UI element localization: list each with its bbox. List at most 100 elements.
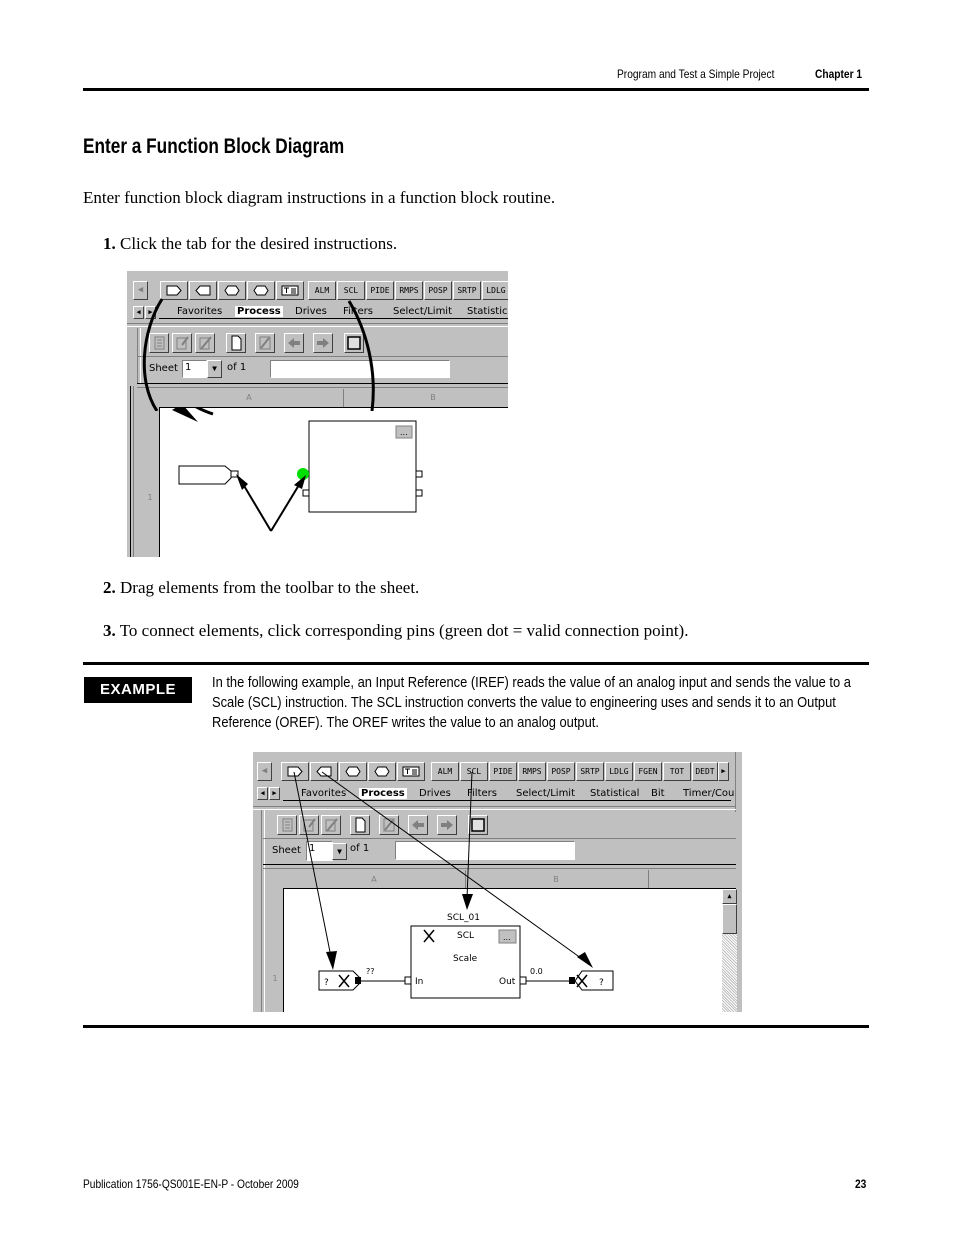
tab-baseline bbox=[159, 318, 508, 319]
scl-description: Scale bbox=[453, 954, 478, 964]
scl-properties-button-label: ... bbox=[503, 933, 511, 942]
connect-pins-arrows bbox=[239, 478, 303, 532]
fbd-sheet-drawing: ... bbox=[172, 408, 423, 532]
tab-scroll-left-button[interactable]: ◀ bbox=[133, 306, 144, 319]
instruction-button-srtp[interactable]: SRTP bbox=[453, 281, 481, 300]
pointer-arrowhead-scl bbox=[462, 894, 473, 910]
fbd-sheet-canvas[interactable]: ... bbox=[160, 408, 508, 557]
scroll-left-button[interactable]: ◀ bbox=[133, 281, 148, 300]
instruction-button-posp[interactable]: POSP bbox=[424, 281, 452, 300]
sheet-count-label: of 1 bbox=[227, 362, 247, 373]
pointer-arrowhead-oref bbox=[577, 952, 593, 968]
scl-name: SCL bbox=[457, 931, 474, 941]
input-reference-button[interactable] bbox=[160, 281, 188, 300]
text-box-button[interactable] bbox=[276, 281, 304, 300]
step-number: 2. bbox=[103, 578, 116, 597]
output-reference-button[interactable] bbox=[189, 281, 217, 300]
next-sheet-button[interactable] bbox=[313, 333, 333, 353]
pointer-line-iref bbox=[293, 771, 332, 958]
step-number: 1. bbox=[103, 234, 116, 253]
pane-border bbox=[130, 386, 134, 557]
footer-page-number: 23 bbox=[855, 1177, 867, 1191]
scl-out-pin bbox=[519, 976, 527, 985]
tab-scroll-right-button[interactable]: ▶ bbox=[145, 306, 156, 319]
tab-filters[interactable]: Filters bbox=[343, 306, 373, 317]
scl-in-label: In bbox=[415, 977, 423, 987]
tab-favorites[interactable]: Favorites bbox=[177, 306, 222, 317]
step-2: 2. Drag elements from the toolbar to the… bbox=[103, 578, 419, 598]
grid-toggle-button[interactable] bbox=[344, 333, 364, 353]
section-heading: Enter a Function Block Diagram bbox=[83, 135, 345, 158]
output-reference-icon bbox=[195, 285, 211, 296]
instruction-button-alm[interactable]: ALM bbox=[308, 281, 336, 300]
step-3: 3. To connect elements, click correspond… bbox=[103, 621, 688, 641]
input-wire-connector-button[interactable] bbox=[218, 281, 246, 300]
arrow-left-icon bbox=[288, 338, 300, 348]
column-header-a: A bbox=[246, 393, 252, 402]
fbd-example-drawing: ? ?? SCL_01 SCL ... Scale In Out 0.0 ? bbox=[293, 771, 614, 999]
step-1: 1. Click the tab for the desired instruc… bbox=[103, 234, 397, 254]
column-header-b: B bbox=[430, 393, 436, 402]
sheet-label: Sheet bbox=[149, 363, 178, 374]
previous-sheet-button[interactable] bbox=[284, 333, 304, 353]
toolbar-divider bbox=[137, 356, 508, 357]
tab-statistical[interactable]: Statistica bbox=[467, 306, 508, 317]
row-header-bar bbox=[141, 407, 160, 557]
delete-sheet-button[interactable] bbox=[255, 333, 275, 353]
arrow-right-icon bbox=[317, 338, 329, 348]
block-output-pin-1 bbox=[415, 470, 423, 478]
instruction-button-scl[interactable]: SCL bbox=[337, 281, 365, 300]
pointer-arrowhead-iref bbox=[326, 951, 337, 970]
edit-disabled-button[interactable] bbox=[195, 333, 215, 353]
properties-button[interactable] bbox=[149, 333, 169, 353]
row-header-1: 1 bbox=[147, 493, 153, 502]
input-wire-connector-icon bbox=[224, 285, 240, 296]
delete-sheet-icon bbox=[259, 336, 271, 350]
block-properties-button-label: ... bbox=[400, 428, 408, 437]
tab-process[interactable]: Process bbox=[235, 306, 283, 317]
properties-icon bbox=[154, 336, 165, 350]
block-input-pin bbox=[302, 489, 310, 497]
fbd-editor-screenshot-2: ◀ ALM SCL PIDE RMPS POSP SRTP LDLG FGEN … bbox=[253, 752, 742, 1012]
edit-button[interactable] bbox=[172, 333, 192, 353]
sheet-description-field[interactable] bbox=[270, 360, 450, 378]
tab-select-limit[interactable]: Select/Limit bbox=[393, 306, 452, 317]
footer-publication: Publication 1756-QS001E-EN-P - October 2… bbox=[83, 1177, 299, 1191]
fbd-editor-screenshot-1: ◀ ALM SCL PIDE RMPS POSP SRTP LDLG ◀ ▶ F… bbox=[127, 271, 508, 557]
example-text: In the following example, an Input Refer… bbox=[212, 674, 851, 731]
step-text: To connect elements, click corresponding… bbox=[119, 621, 689, 640]
instruction-button-ldlg[interactable]: LDLG bbox=[482, 281, 508, 300]
instruction-button-pide[interactable]: PIDE bbox=[366, 281, 394, 300]
example-badge: EXAMPLE bbox=[84, 677, 192, 703]
intro-paragraph: Enter function block diagram instruction… bbox=[83, 188, 556, 207]
block-output-pin-2 bbox=[415, 489, 423, 497]
iref-value: ? bbox=[324, 978, 329, 988]
oref-pin bbox=[569, 977, 575, 984]
step-text: Drag elements from the toolbar to the sh… bbox=[120, 578, 420, 597]
toolbar-separator bbox=[127, 323, 508, 327]
instruction-button-rmps[interactable]: RMPS bbox=[395, 281, 423, 300]
text-box-icon bbox=[281, 285, 299, 296]
scl-in-pin bbox=[404, 976, 412, 985]
input-reference-element bbox=[178, 465, 232, 485]
step-number: 3. bbox=[103, 621, 116, 640]
example-top-rule bbox=[83, 662, 869, 665]
input-reference-icon bbox=[166, 285, 182, 296]
output-wire-connector-button[interactable] bbox=[247, 281, 275, 300]
new-sheet-icon bbox=[231, 335, 242, 351]
sheet-number-field[interactable]: 1 bbox=[182, 360, 207, 378]
tab-drives[interactable]: Drives bbox=[295, 306, 327, 317]
drag-arrowhead-input bbox=[172, 408, 198, 422]
grid-top-border bbox=[137, 383, 508, 388]
edit-disabled-icon bbox=[199, 336, 212, 350]
output-wire-connector-icon bbox=[253, 285, 269, 296]
out-wire-value: 0.0 bbox=[530, 967, 543, 976]
running-header-section: Program and Test a Simple Project bbox=[617, 67, 775, 81]
scl-tag: SCL_01 bbox=[447, 913, 480, 923]
grid-icon bbox=[347, 336, 361, 350]
edit-icon bbox=[176, 336, 189, 350]
scl-out-label: Out bbox=[499, 977, 516, 987]
iref-wire-value: ?? bbox=[366, 967, 375, 976]
sheet-dropdown-button[interactable]: ▼ bbox=[207, 360, 222, 378]
new-sheet-button[interactable] bbox=[226, 333, 246, 353]
